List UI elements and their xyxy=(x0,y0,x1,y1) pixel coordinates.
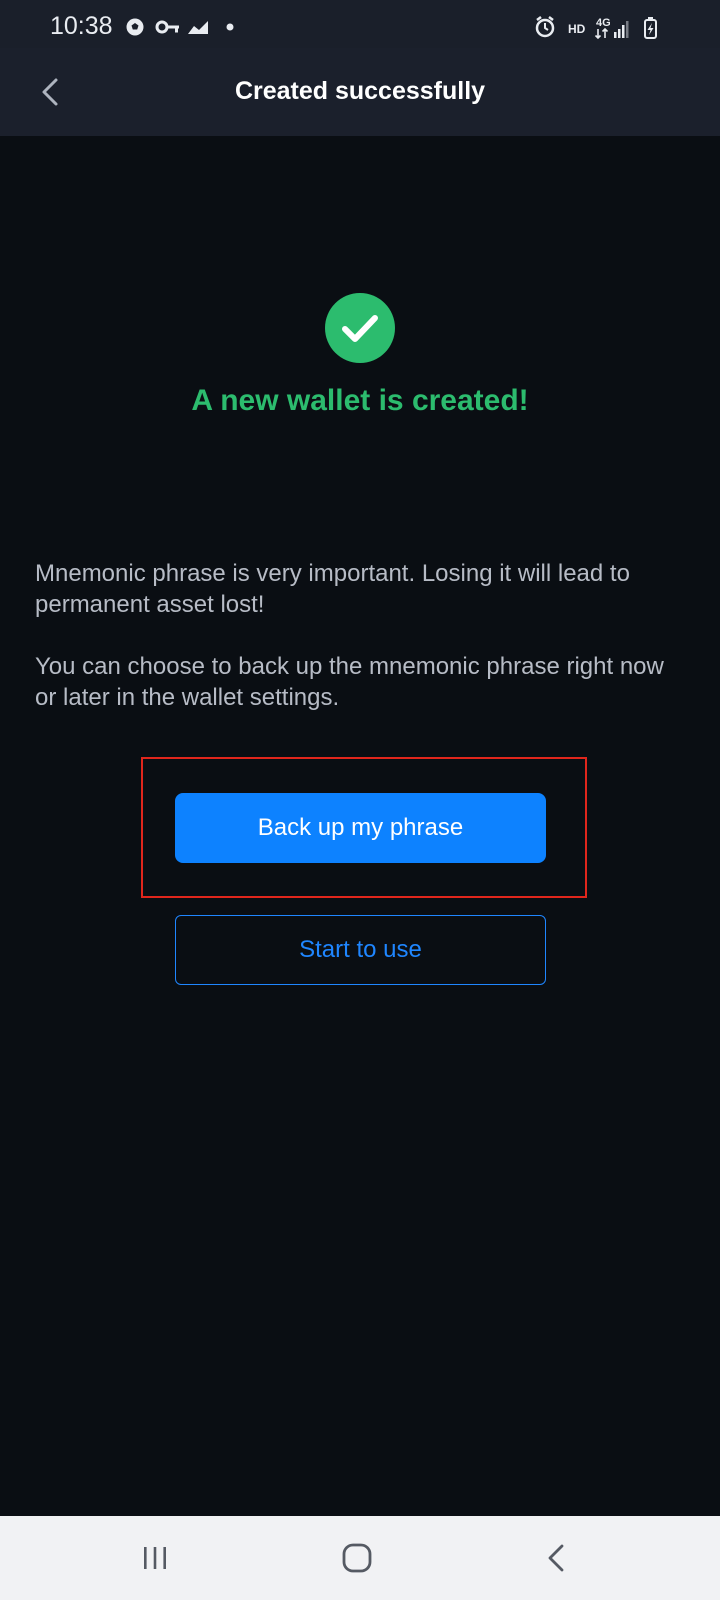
soccer-ball-icon xyxy=(126,18,144,36)
4g-icon: 4G xyxy=(596,17,611,29)
status-right-icons: HD 4G xyxy=(535,16,657,40)
nav-header: Created successfully xyxy=(0,48,720,136)
status-left-icons xyxy=(126,18,234,36)
home-icon xyxy=(342,1543,372,1573)
key-icon xyxy=(155,20,179,34)
battery-icon xyxy=(644,17,657,39)
alarm-icon xyxy=(535,16,555,38)
page-title: Created successfully xyxy=(234,77,486,105)
system-back-button[interactable] xyxy=(535,1538,581,1578)
checkmark-circle-icon xyxy=(325,293,395,363)
back-icon xyxy=(548,1544,564,1572)
status-bar: 10:38 HD 4G xyxy=(0,0,720,48)
recent-apps-icon xyxy=(144,1547,166,1569)
system-nav-bar xyxy=(0,1516,720,1600)
success-heading: A new wallet is created! xyxy=(191,384,529,417)
start-to-use-button[interactable]: Start to use xyxy=(175,915,546,985)
status-time: 10:38 xyxy=(50,12,113,40)
stocks-icon xyxy=(188,21,208,34)
recent-apps-button[interactable] xyxy=(132,1538,178,1578)
backup-phrase-button[interactable]: Back up my phrase xyxy=(175,793,546,863)
home-button[interactable] xyxy=(334,1538,380,1578)
hd-icon: HD xyxy=(568,22,586,36)
signal-icon xyxy=(614,21,629,38)
backup-option-text: You can choose to back up the mnemonic p… xyxy=(35,653,664,711)
dot-icon xyxy=(226,23,234,31)
mnemonic-warning-text: Mnemonic phrase is very important. Losin… xyxy=(35,560,630,618)
data-arrows-icon xyxy=(594,27,609,40)
